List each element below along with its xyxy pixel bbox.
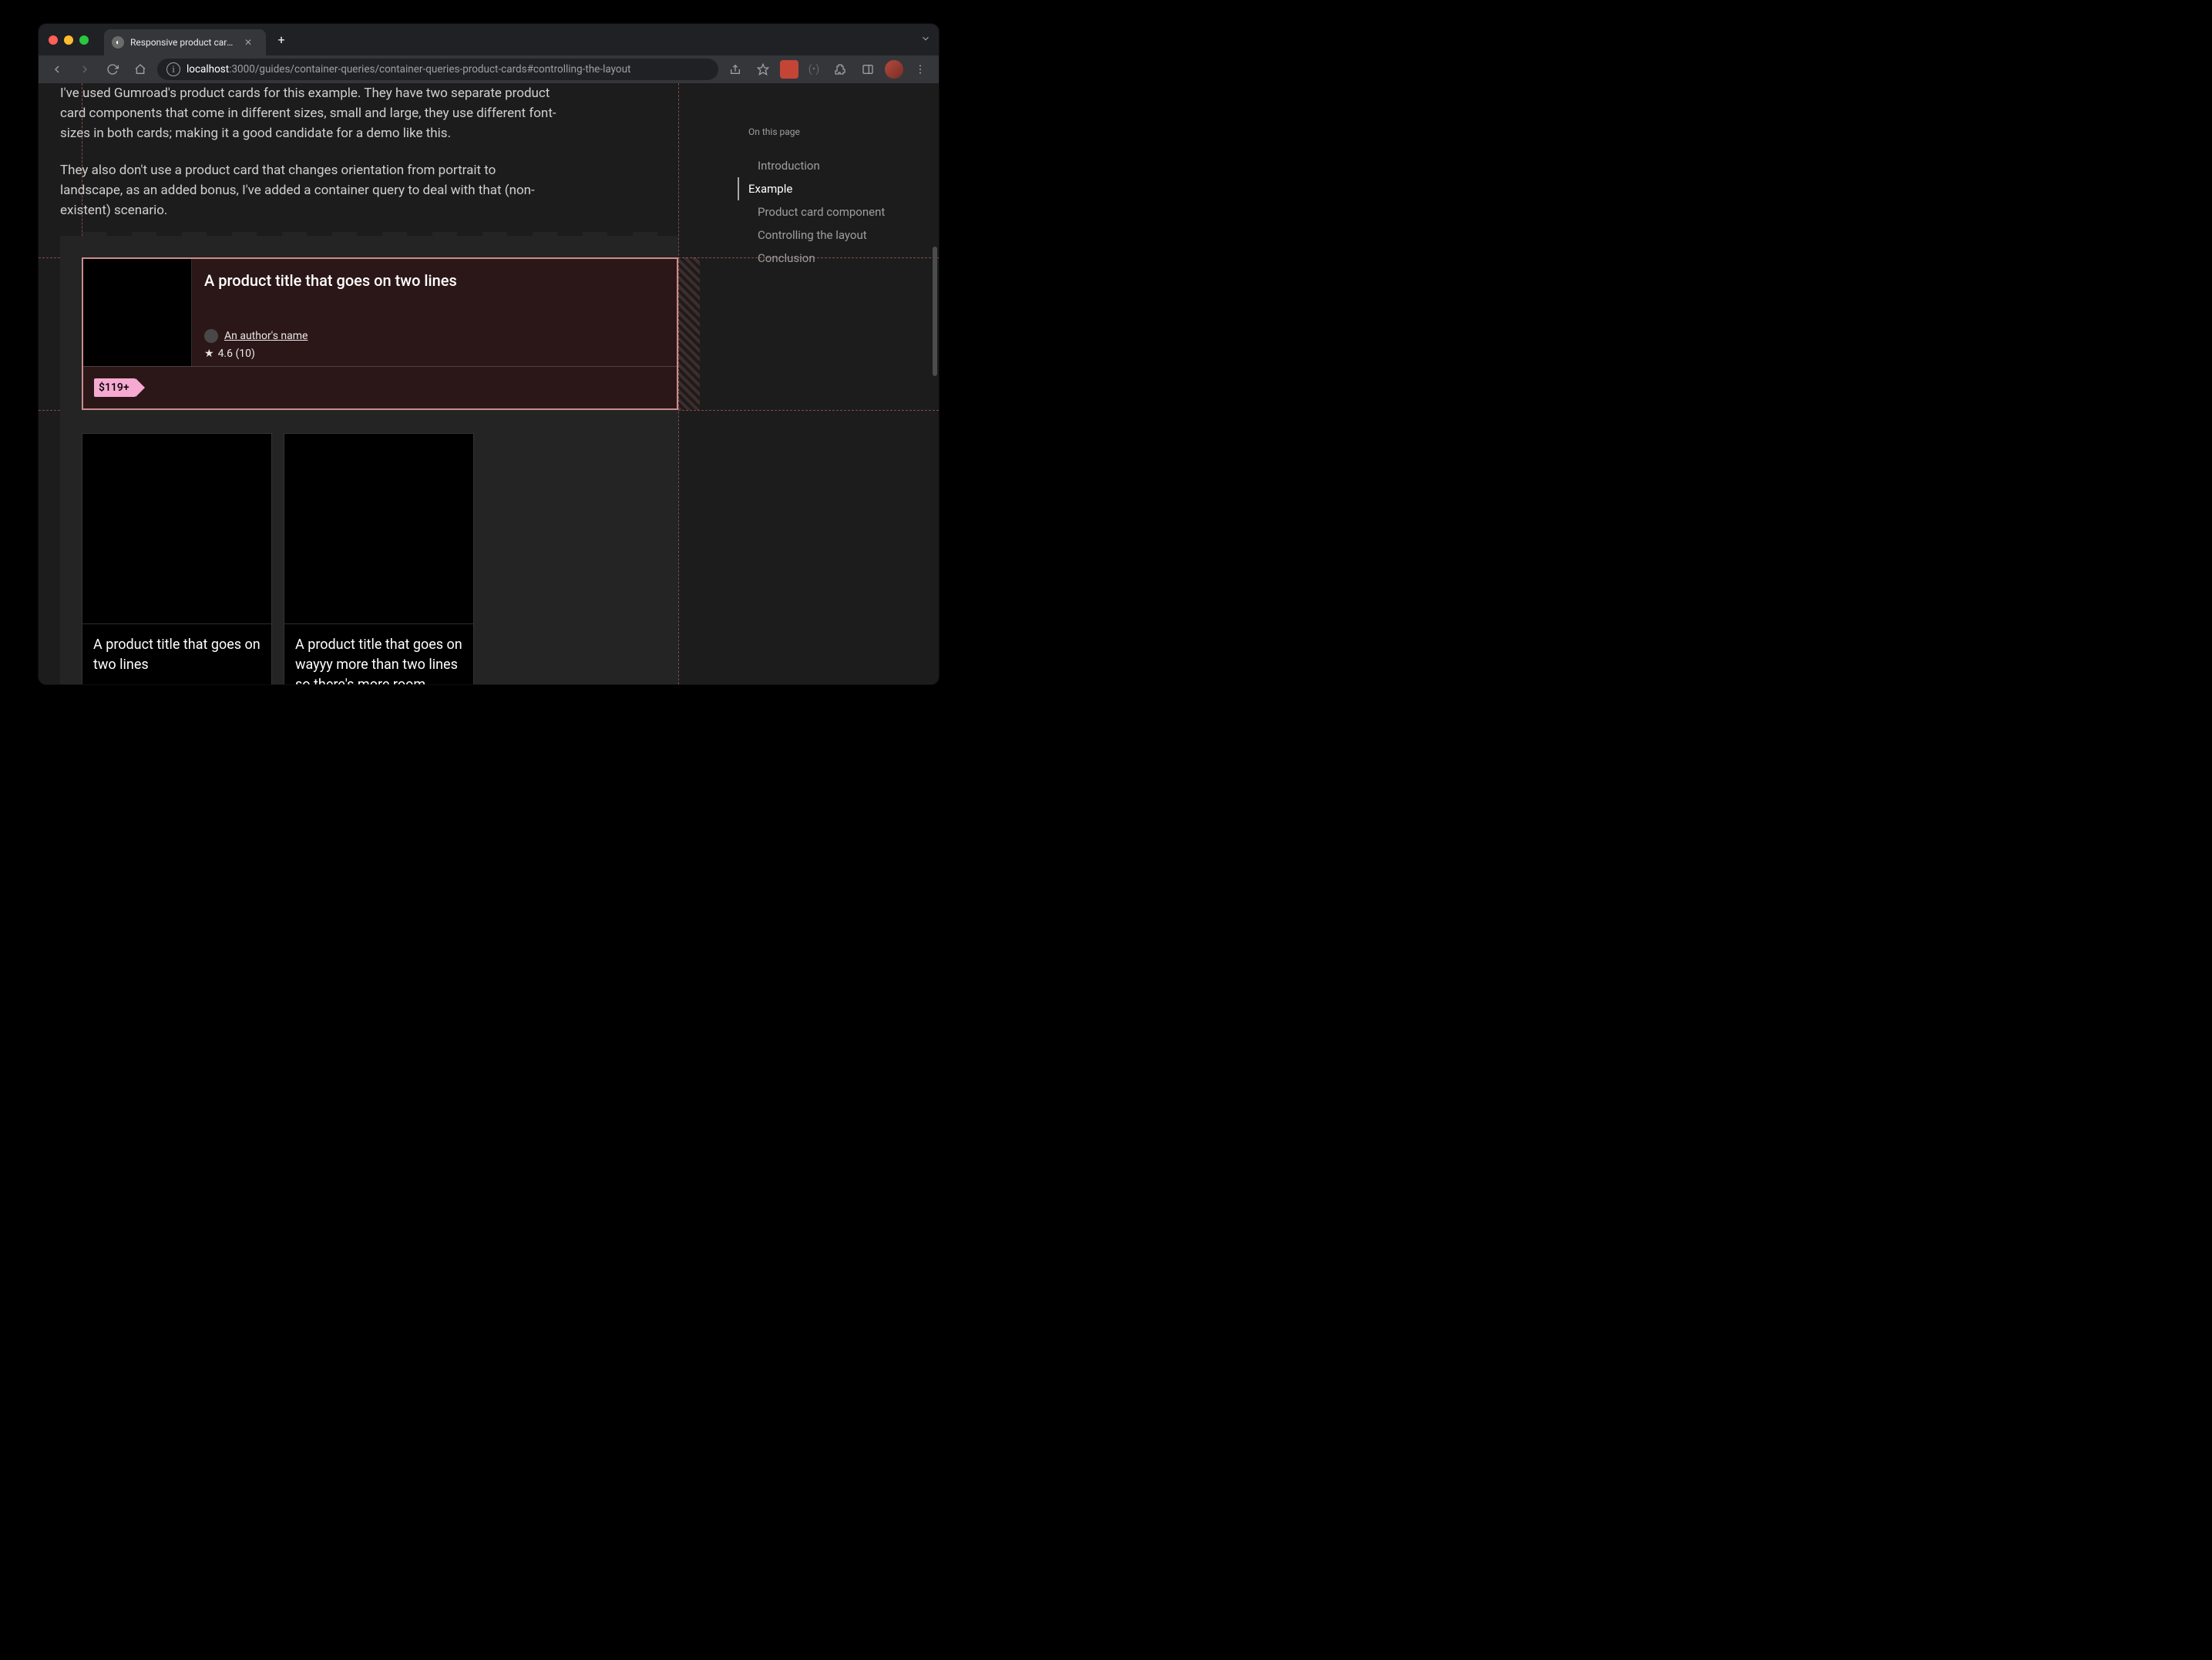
browser-tab[interactable]: ◐ Responsive product cards built ✕: [104, 29, 266, 55]
window-minimize-button[interactable]: [64, 35, 73, 45]
extension-icon-1[interactable]: [780, 60, 798, 79]
url-host: localhost: [187, 63, 229, 76]
price-value: $119+: [99, 381, 129, 394]
product-title: A product title that goes on two lines: [82, 624, 271, 684]
product-image: [82, 434, 271, 624]
price-tag: $119+: [94, 378, 136, 397]
url-text: localhost:3000/guides/container-queries/…: [187, 63, 630, 76]
tabs-dropdown-button[interactable]: [920, 32, 931, 47]
product-image: [83, 259, 192, 366]
toc-item-product-card-component[interactable]: Product card component: [748, 200, 891, 223]
small-cards-row: A product title that goes on two lines A…: [82, 433, 474, 684]
tab-close-button[interactable]: ✕: [244, 37, 252, 48]
article-paragraph: They also don't use a product card that …: [60, 160, 561, 220]
window-fullscreen-button[interactable]: [79, 35, 89, 45]
bookmark-button[interactable]: [752, 59, 774, 80]
reload-button[interactable]: [102, 59, 123, 80]
extensions-button[interactable]: [829, 59, 851, 80]
product-card-small[interactable]: A product title that goes on two lines: [82, 433, 272, 684]
toc-item-conclusion[interactable]: Conclusion: [748, 247, 891, 270]
side-panel-button[interactable]: [857, 59, 879, 80]
product-title: A product title that goes on two lines: [204, 271, 664, 290]
page-scrollbar[interactable]: [933, 247, 937, 376]
window-close-button[interactable]: [49, 35, 58, 45]
back-button[interactable]: [46, 59, 68, 80]
demo-area: A product title that goes on two lines A…: [60, 236, 678, 684]
article-paragraph: I've used Gumroad's product cards for th…: [60, 83, 561, 143]
author-row: An author's name: [204, 329, 664, 343]
url-bar[interactable]: i localhost:3000/guides/container-querie…: [157, 59, 718, 80]
site-info-icon[interactable]: i: [166, 62, 180, 76]
url-path: :3000/guides/container-queries/container…: [229, 63, 630, 76]
toc-item-example[interactable]: Example: [738, 177, 891, 200]
author-avatar-icon: [204, 329, 218, 343]
tab-title: Responsive product cards built: [130, 37, 238, 48]
browser-window: ◐ Responsive product cards built ✕ +: [39, 24, 939, 684]
browser-menu-button[interactable]: [909, 59, 931, 80]
browser-toolbar: i localhost:3000/guides/container-querie…: [39, 55, 939, 83]
grid-overflow-hatch: [678, 257, 700, 410]
toc-item-controlling-the-layout[interactable]: Controlling the layout: [748, 223, 891, 247]
star-icon: ★: [204, 348, 214, 360]
title-bar: ◐ Responsive product cards built ✕ +: [39, 24, 939, 55]
toolbar-right: (•): [724, 59, 931, 80]
product-image: [284, 434, 473, 624]
profile-avatar[interactable]: [885, 60, 903, 79]
table-of-contents: On this page Introduction Example Produc…: [748, 126, 891, 270]
product-title: A product title that goes on wayyy more …: [284, 624, 473, 684]
new-tab-button[interactable]: +: [271, 29, 292, 51]
product-card-large[interactable]: A product title that goes on two lines A…: [82, 257, 678, 410]
toc-heading: On this page: [748, 126, 891, 137]
toc-item-introduction[interactable]: Introduction: [748, 154, 891, 177]
rating-value: 4.6 (10): [218, 348, 255, 360]
article-body: I've used Gumroad's product cards for th…: [60, 83, 561, 237]
extension-icon-2[interactable]: (•): [805, 60, 823, 79]
page-content: I've used Gumroad's product cards for th…: [39, 83, 939, 684]
tab-favicon-icon: ◐: [112, 36, 124, 49]
window-controls: [49, 35, 89, 45]
share-button[interactable]: [724, 59, 746, 80]
product-card-small[interactable]: A product title that goes on wayyy more …: [284, 433, 474, 684]
author-link[interactable]: An author's name: [224, 330, 308, 342]
forward-button[interactable]: [74, 59, 96, 80]
home-button[interactable]: [129, 59, 151, 80]
rating-row: ★ 4.6 (10): [204, 348, 664, 360]
